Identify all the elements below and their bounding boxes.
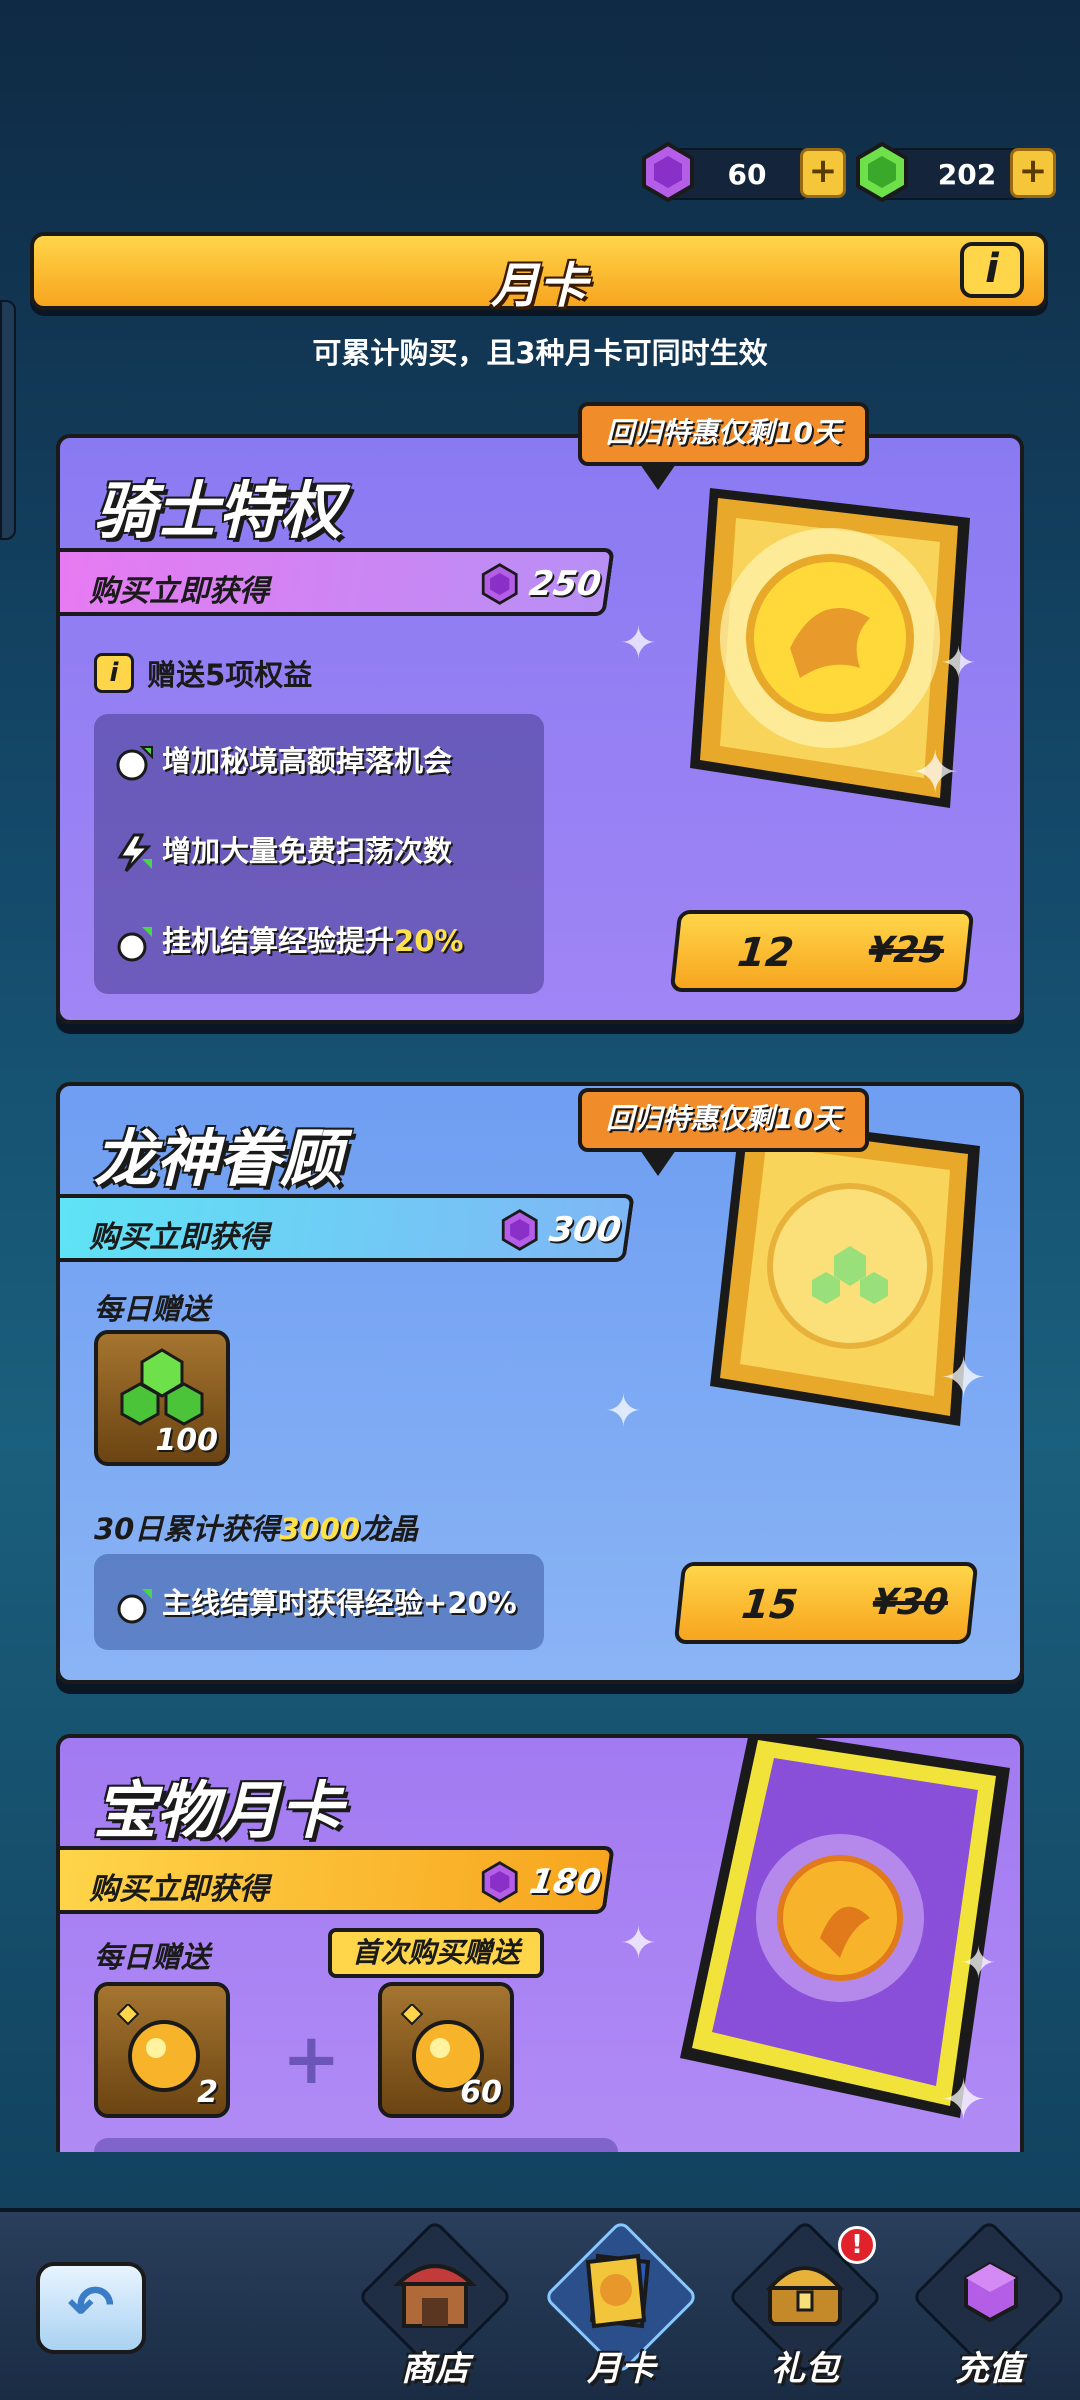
ribbon-value: 300 xyxy=(546,1210,624,1250)
ribbon-label: 购买立即获得 xyxy=(89,1220,270,1255)
page-subtitle: 可累计购买，且3种月卡可同时生效 xyxy=(312,336,768,370)
purple-gem-icon xyxy=(481,1861,518,1903)
purchase-ribbon: 购买立即获得 250 xyxy=(60,548,615,616)
monthly-card-icon xyxy=(585,2253,651,2329)
promo-tag-tail xyxy=(640,464,676,490)
gift-chest-icon xyxy=(765,2266,845,2326)
sword-arrow-icon xyxy=(116,746,153,781)
sparkle-icon: ✦ xyxy=(940,638,977,689)
add-green-gem-button[interactable]: + xyxy=(1010,148,1056,198)
page-title: 月卡 xyxy=(490,258,587,314)
buy-button[interactable]: 15 ¥30 xyxy=(673,1562,979,1644)
ribbon-label: 购买立即获得 xyxy=(89,1872,270,1907)
ribbon-value: 250 xyxy=(526,564,604,604)
notification-badge: ! xyxy=(838,2226,876,2264)
sparkle-icon: ✦ xyxy=(960,1938,997,1989)
card-title: 龙神眷顾 xyxy=(94,1122,343,1195)
ribbon-label: 购买立即获得 xyxy=(89,574,270,609)
sparkle-icon: ✦ xyxy=(620,1918,657,1969)
info-badge-icon: i xyxy=(94,653,134,693)
sparkle-icon: ✦ xyxy=(910,738,961,808)
purple-gem-icon xyxy=(501,1209,538,1251)
dragon-blessing-card: 龙神眷顾 购买立即获得 300 每日赠送 100 30日累计获得3000龙晶 主… xyxy=(56,1082,1024,1684)
card-title: 宝物月卡 xyxy=(94,1774,343,1847)
promo-tag: 回归特惠仅剩10天 xyxy=(578,1088,869,1152)
back-button[interactable]: ↶ xyxy=(36,2262,146,2354)
benefit-item: 增加秘境高额掉落机会 xyxy=(114,738,452,783)
green-gem-cluster-icon xyxy=(120,1348,204,1426)
info-button[interactable]: i xyxy=(960,242,1024,298)
ribbon-value: 180 xyxy=(526,1862,604,1902)
price-current: 12 xyxy=(735,930,796,976)
scroll-viewport: 宝物月卡 购买立即获得 180 每日赠送 2 + 首次购买赠送 60 ✦ ✦ ✦ xyxy=(0,0,1080,2152)
gift-label: 赠送5项权益 xyxy=(147,658,313,692)
nav-tab-monthly-card[interactable]: 月卡 xyxy=(536,2219,706,2396)
sparkle-icon: ✦ xyxy=(620,618,657,669)
bottom-navigation: ↶ 商店 月卡 ! 礼包 充值 xyxy=(0,2208,1080,2400)
benefit-item: 增加大量免费扫荡次数 xyxy=(114,828,452,873)
purple-gem-value: 60 xyxy=(727,158,767,191)
promo-tag: 回归特惠仅剩10天 xyxy=(578,402,869,466)
item-count: 60 xyxy=(460,2075,502,2110)
knight-privilege-card: 骑士特权 购买立即获得 250 i 赠送5项权益 增加秘境高额掉落机会 增加大量… xyxy=(56,434,1024,1024)
sparkle-icon: ✦ xyxy=(940,2068,987,2133)
benefit-panel: 主线结算时获得经验+20% xyxy=(94,1554,544,1650)
nav-tab-shop[interactable]: 商店 xyxy=(350,2219,520,2396)
purple-gem-icon xyxy=(481,563,518,605)
lightning-arrow-icon xyxy=(117,833,152,873)
treasure-monthly-card: 宝物月卡 购买立即获得 180 每日赠送 2 + 首次购买赠送 60 ✦ ✦ ✦ xyxy=(56,1734,1024,2152)
green-gem-value: 202 xyxy=(937,158,997,191)
daily-item-slot[interactable]: 2 xyxy=(94,1982,230,2118)
shop-icon xyxy=(393,2264,477,2328)
item-count: 2 xyxy=(197,2075,218,2110)
cumulative-text: 30日累计获得3000龙晶 xyxy=(94,1512,419,1546)
daily-item-slot[interactable]: 100 xyxy=(94,1330,230,1466)
green-gem-icon xyxy=(856,141,908,203)
nav-label: 月卡 xyxy=(587,2349,655,2389)
gift-row: i 赠送5项权益 xyxy=(94,652,312,694)
recharge-icon xyxy=(964,2261,1018,2323)
nav-label: 商店 xyxy=(401,2349,469,2389)
nav-label: 充值 xyxy=(955,2349,1023,2389)
first-buy-tag: 首次购买赠送 xyxy=(328,1928,545,1978)
price-original: ¥25 xyxy=(866,930,947,971)
price-current: 15 xyxy=(739,1582,800,1628)
daily-gift-label: 每日赠送 xyxy=(94,1292,211,1326)
buy-button[interactable]: 12 ¥25 xyxy=(669,910,975,992)
benefit-item: 挂机结算经验提升20% xyxy=(114,918,463,963)
first-buy-item-slot[interactable]: 60 xyxy=(378,1982,514,2118)
benefit-panel xyxy=(94,2138,618,2152)
purchase-ribbon: 购买立即获得 180 xyxy=(60,1846,615,1914)
promo-tag-tail xyxy=(640,1150,676,1176)
nav-tab-recharge[interactable]: 充值 xyxy=(904,2219,1074,2396)
sparkle-icon: ✦ xyxy=(940,1346,987,1411)
item-count: 100 xyxy=(155,1423,218,1458)
sparkle-icon: ✦ xyxy=(605,1386,642,1437)
nav-tab-gift-pack[interactable]: ! 礼包 xyxy=(720,2219,890,2396)
nav-label: 礼包 xyxy=(771,2349,839,2389)
page-header: 月卡 i xyxy=(30,232,1048,314)
daily-gift-label: 每日赠送 xyxy=(94,1940,211,1974)
purple-gem-icon xyxy=(642,141,694,203)
add-purple-gem-button[interactable]: + xyxy=(800,148,846,198)
bomb-arrow-icon xyxy=(117,1589,152,1624)
benefit-panel: 增加秘境高额掉落机会 增加大量免费扫荡次数 挂机结算经验提升20% xyxy=(94,714,544,994)
plus-icon: + xyxy=(282,2018,341,2100)
price-original: ¥30 xyxy=(870,1582,951,1623)
benefit-item: 主线结算时获得经验+20% xyxy=(114,1580,517,1625)
card-title: 骑士特权 xyxy=(94,474,343,547)
purchase-ribbon: 购买立即获得 300 xyxy=(60,1194,635,1262)
bomb-arrow-icon xyxy=(117,927,152,962)
